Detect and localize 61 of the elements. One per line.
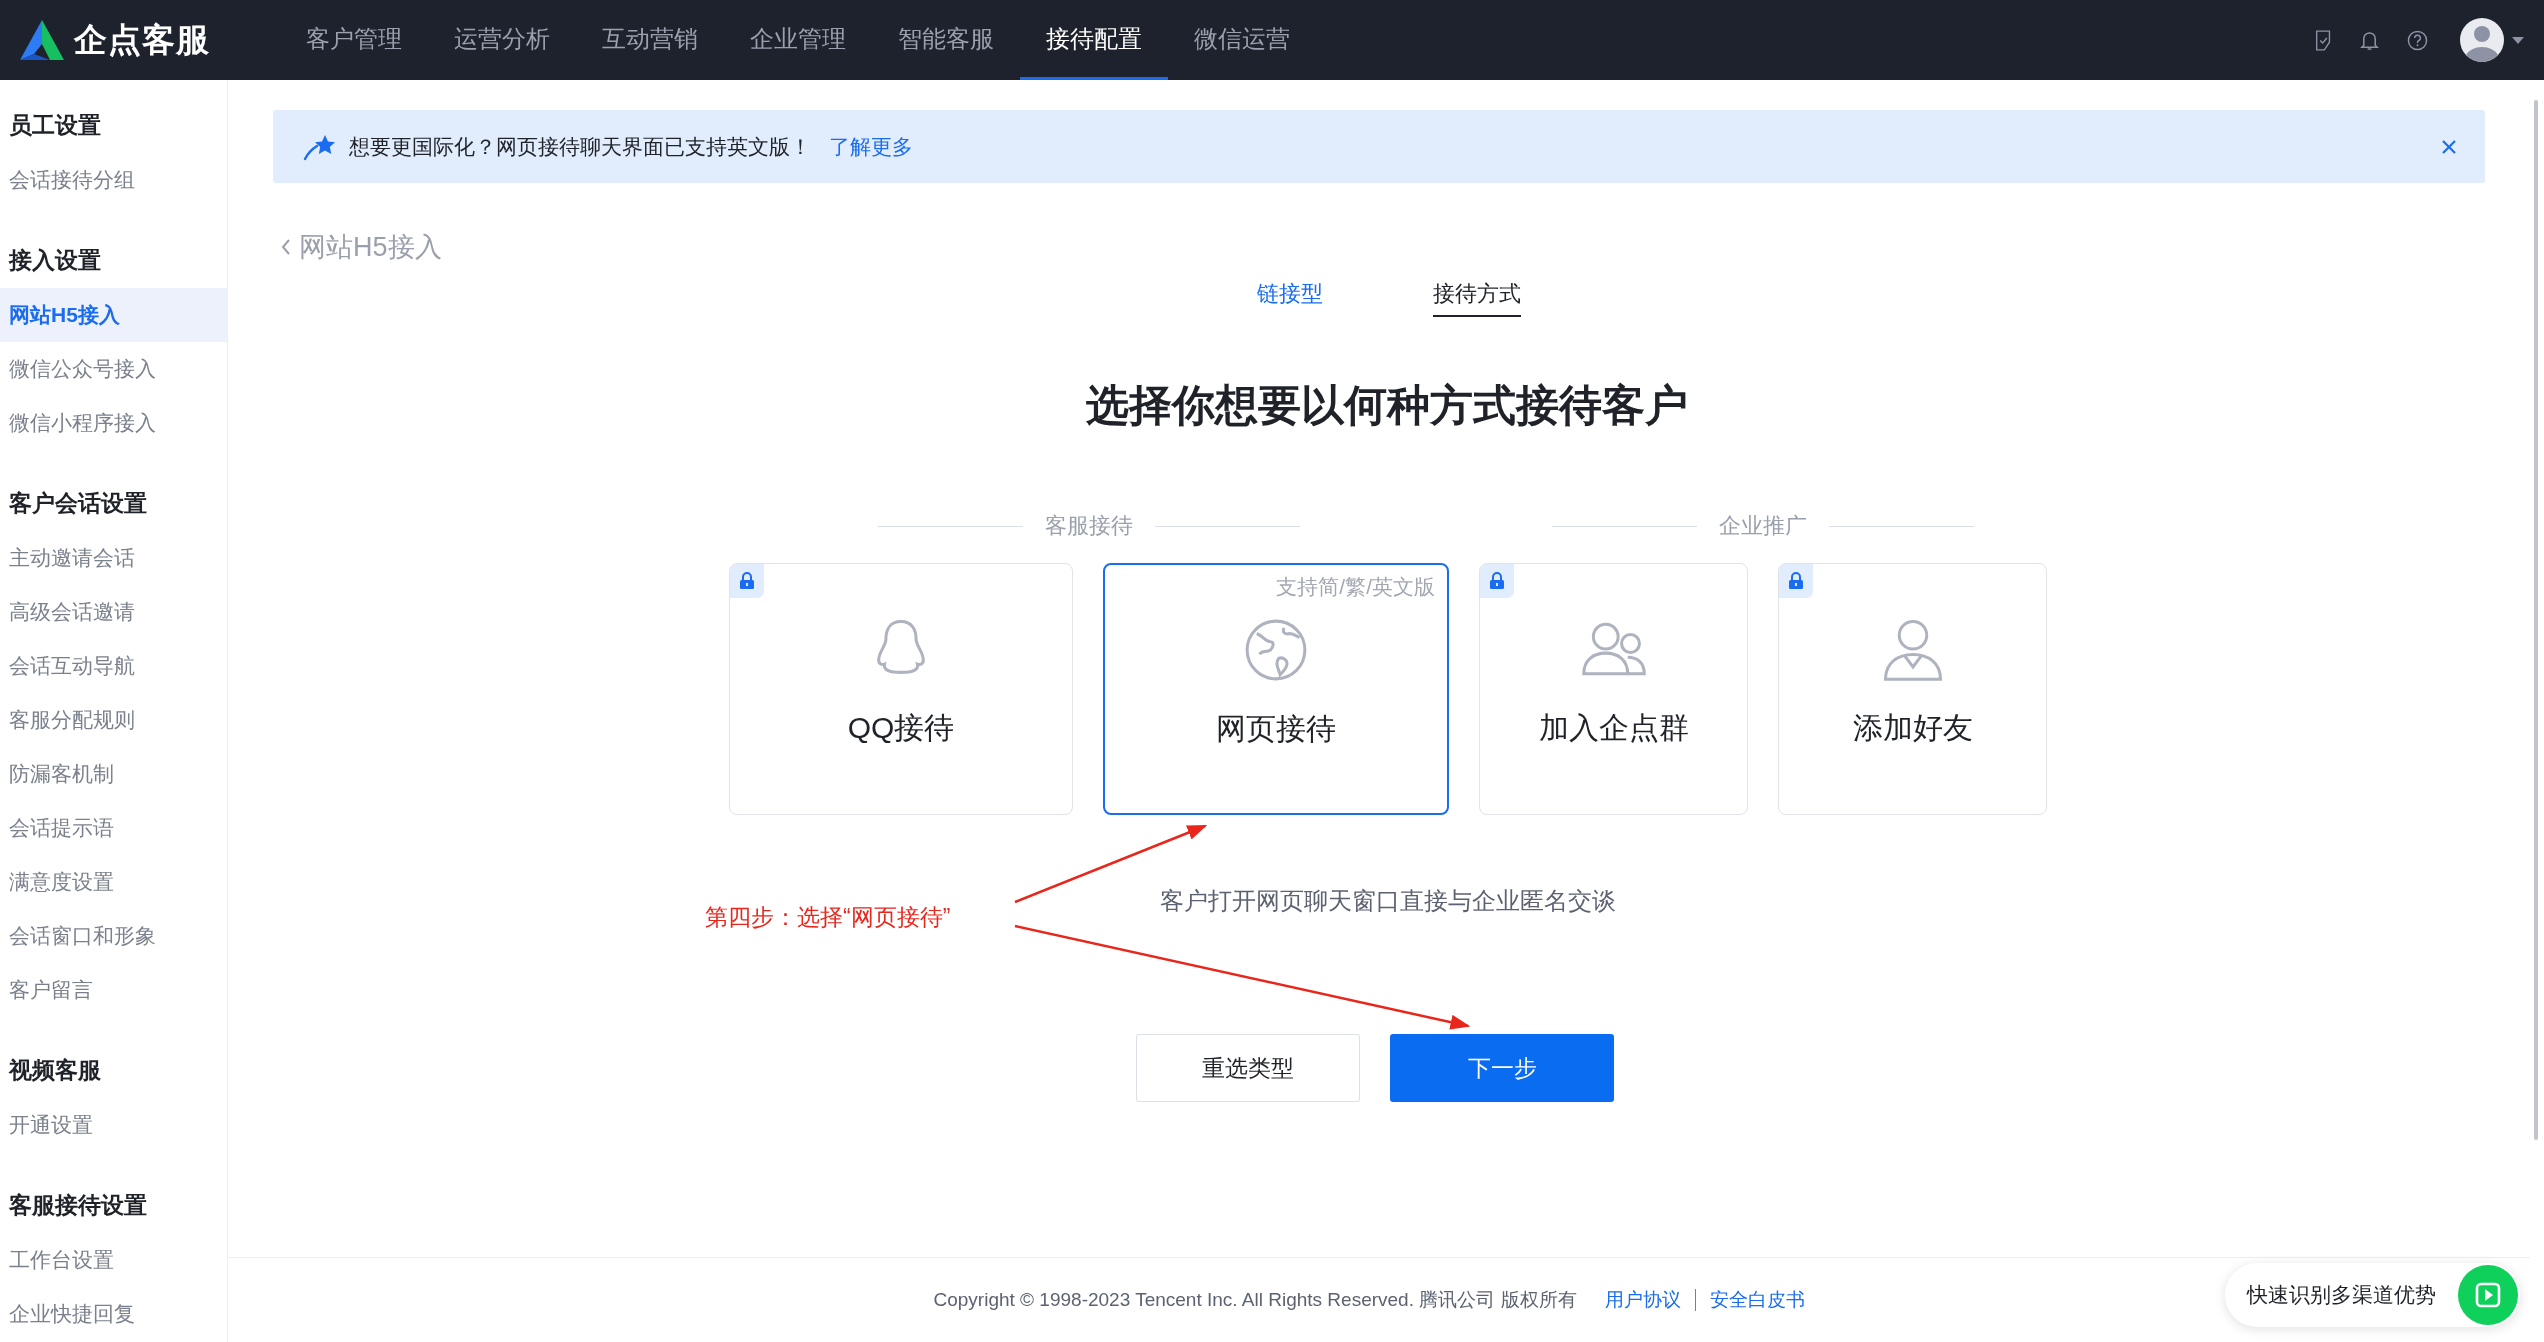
nav-tab[interactable]: 互动营销 bbox=[576, 0, 724, 80]
sidebar-item[interactable]: 网站H5接入 bbox=[0, 288, 227, 342]
step-tab[interactable]: 链接型 bbox=[1257, 279, 1323, 317]
logo-icon bbox=[20, 20, 64, 60]
scrollbar[interactable] bbox=[2534, 100, 2538, 1140]
sidebar-item[interactable]: 防漏客机制 bbox=[0, 747, 227, 801]
sidebar-item[interactable]: 客户留言 bbox=[0, 963, 227, 1017]
sidebar-section-title: 视频客服 bbox=[7, 1056, 102, 1085]
page-heading: 选择你想要以何种方式接待客户 bbox=[1086, 380, 1688, 431]
globe-icon bbox=[1243, 617, 1309, 683]
footer-link[interactable]: 用户协议 bbox=[1604, 1287, 1681, 1313]
option-card[interactable]: 添加好友 bbox=[1778, 563, 2047, 815]
option-card[interactable]: 加入企点群 bbox=[1479, 563, 1748, 815]
nav-tab[interactable]: 智能客服 bbox=[872, 0, 1020, 80]
sidebar-section-title: 客服接待设置 bbox=[8, 1191, 148, 1220]
footer-link[interactable]: 安全白皮书 bbox=[1709, 1287, 1805, 1313]
sidebar-item[interactable]: 企业快捷回复 bbox=[0, 1287, 227, 1341]
sidebar-item[interactable]: 工作台设置 bbox=[0, 1233, 227, 1287]
avatar-icon[interactable] bbox=[2460, 18, 2504, 62]
learn-more-link[interactable]: 了解更多 bbox=[829, 132, 913, 161]
sidebar-item[interactable]: 客服分配规则 bbox=[0, 693, 227, 747]
sidebar-item[interactable]: 会话窗口和形象 bbox=[0, 909, 227, 963]
help-icon[interactable] bbox=[2407, 29, 2428, 51]
nav-tab[interactable]: 企业管理 bbox=[724, 0, 872, 80]
option-card[interactable]: 支持简/繁/英文版 网页接待 bbox=[1103, 563, 1449, 815]
nav-tab[interactable]: 客户管理 bbox=[280, 0, 428, 80]
promo-widget[interactable]: 快速识别多渠道优势 bbox=[2225, 1263, 2520, 1327]
sidebar-section-title: 接入设置 bbox=[7, 246, 102, 275]
sidebar-item[interactable]: 微信小程序接入 bbox=[0, 396, 227, 450]
description-text: 客户打开网页聊天窗口直接与企业匿名交谈 bbox=[1160, 886, 1616, 916]
nav-tab[interactable]: 接待配置 bbox=[1020, 0, 1168, 80]
sidebar-item[interactable]: 满意度设置 bbox=[0, 855, 227, 909]
logo-text: 企点客服 bbox=[74, 19, 210, 60]
sidebar-item[interactable]: 会话互动导航 bbox=[0, 639, 227, 693]
sidebar-item[interactable]: 会话接待分组 bbox=[0, 153, 227, 207]
sidebar-item[interactable]: 会话提示语 bbox=[0, 801, 227, 855]
bell-icon[interactable] bbox=[2360, 29, 2379, 51]
option-card[interactable]: QQ接待 bbox=[729, 563, 1073, 815]
task-icon[interactable] bbox=[2315, 29, 2332, 51]
section-label: 企业推广 bbox=[1719, 512, 1807, 540]
caret-icon[interactable] bbox=[2512, 36, 2524, 44]
annotation-text: 第四步：选择“网页接待” bbox=[705, 903, 951, 932]
section-label: 客服接待 bbox=[1045, 512, 1133, 540]
sidebar-section-title: 客户会话设置 bbox=[8, 489, 148, 518]
sidebar-item[interactable]: 微信公众号接入 bbox=[0, 342, 227, 396]
sidebar-item[interactable]: 开通设置 bbox=[0, 1098, 227, 1152]
next-button[interactable]: 下一步 bbox=[1390, 1034, 1614, 1102]
close-icon[interactable] bbox=[2441, 138, 2457, 155]
sidebar-item[interactable]: 高级会话邀请 bbox=[0, 585, 227, 639]
sidebar-item[interactable]: 主动邀请会话 bbox=[0, 531, 227, 585]
chevron-left-icon bbox=[281, 238, 291, 256]
back-link[interactable]: 网站H5接入 bbox=[281, 227, 442, 267]
step-tab[interactable]: 接待方式 bbox=[1433, 279, 1521, 317]
nav-tab[interactable]: 微信运营 bbox=[1168, 0, 1316, 80]
sidebar-section-title: 员工设置 bbox=[8, 111, 102, 140]
promo-text: 快速识别多渠道优势 bbox=[2247, 1282, 2436, 1308]
nav-tab[interactable]: 运营分析 bbox=[428, 0, 576, 80]
reselect-button[interactable]: 重选类型 bbox=[1136, 1034, 1360, 1102]
copyright-text: Copyright © 1998-2023 Tencent Inc. All Rights Reserved. 腾讯公司 版权所有 bbox=[933, 1288, 1577, 1312]
note-text: 支持简/繁/英文版 bbox=[1276, 574, 1435, 600]
notice-text: 想要更国际化？网页接待聊天界面已支持英文版！ bbox=[349, 133, 811, 160]
